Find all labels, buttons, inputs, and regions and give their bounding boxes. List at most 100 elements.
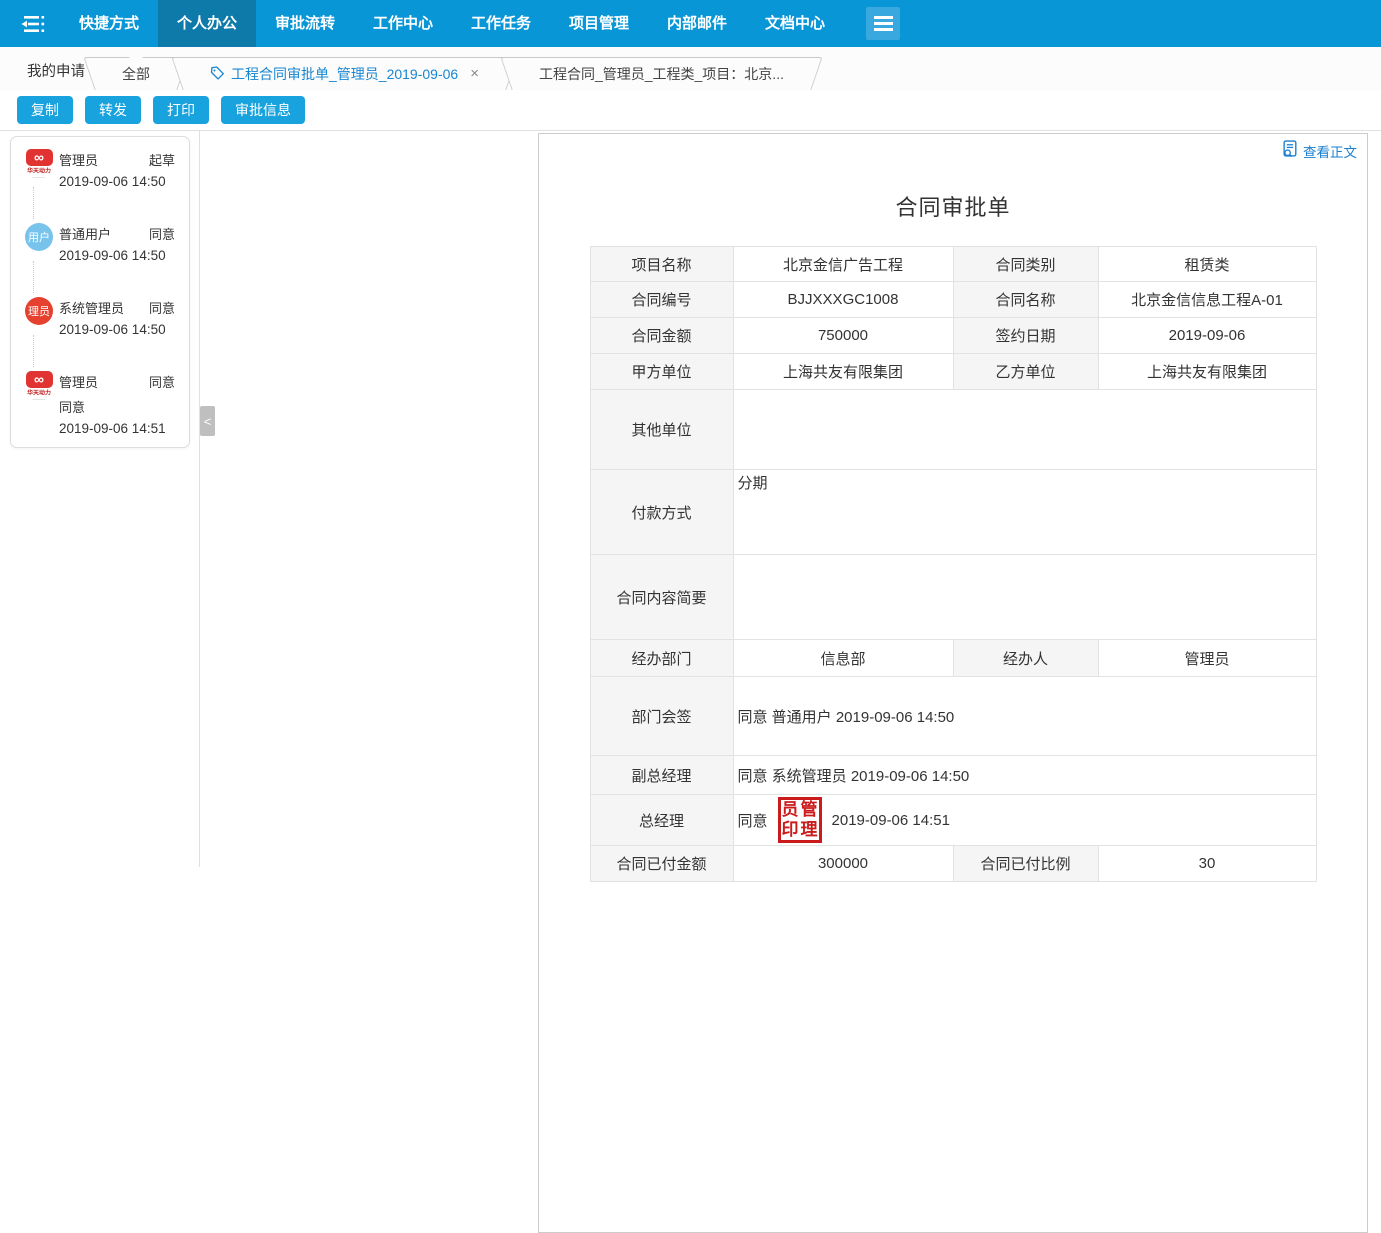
contract-name-value: 北京金信信息工程A-01 xyxy=(1098,282,1316,318)
view-body-link[interactable]: 查看正文 xyxy=(1282,140,1357,161)
approver-name: 系统管理员 xyxy=(59,298,124,317)
tab-contract-approval-label: 工程合同审批单_管理员_2019-09-06 xyxy=(231,64,458,84)
logo-text: 华天动力 xyxy=(27,167,51,176)
nav-item-approval-flow[interactable]: 审批流转 xyxy=(256,0,354,47)
document-title: 合同审批单 xyxy=(539,190,1367,222)
project-name-value: 北京金信广告工程 xyxy=(733,247,953,282)
table-row: 经办部门 信息部 经办人 管理员 xyxy=(590,640,1316,677)
seal-char: 管 xyxy=(800,800,819,820)
contract-document: 查看正文 合同审批单 项目名称 北京金信广告工程 合同类别 租赁类 合同编号 B… xyxy=(538,133,1368,1233)
summary-label: 合同内容简要 xyxy=(590,555,733,640)
approval-info-button[interactable]: 审批信息 xyxy=(221,96,305,124)
panel-collapse-handle[interactable]: < xyxy=(200,406,215,436)
approval-timeline-card: ∞ 华天动力 ───── 管理员 起草 2019-09-06 14:50 用户 xyxy=(10,136,190,448)
tab-close-icon[interactable]: × xyxy=(470,66,479,81)
gm-approve-text: 同意 xyxy=(738,810,768,831)
table-row: 合同已付金额 300000 合同已付比例 30 xyxy=(590,846,1316,882)
paid-label: 合同已付金额 xyxy=(590,846,733,882)
table-row: 合同内容简要 xyxy=(590,555,1316,640)
forward-button[interactable]: 转发 xyxy=(85,96,141,124)
table-row: 项目名称 北京金信广告工程 合同类别 租赁类 xyxy=(590,247,1316,282)
approval-status: 同意 xyxy=(149,224,175,243)
print-button[interactable]: 打印 xyxy=(153,96,209,124)
avatar: 理员 xyxy=(19,297,59,337)
table-row: 合同编号 BJJXXXGC1008 合同名称 北京金信信息工程A-01 xyxy=(590,282,1316,318)
nav-item-work-center[interactable]: 工作中心 xyxy=(354,0,452,47)
timeline-item-text: 系统管理员 同意 2019-09-06 14:50 xyxy=(59,297,181,337)
company-logo-avatar: ∞ 华天动力 ───── xyxy=(25,149,53,181)
approver-name: 普通用户 xyxy=(59,224,111,243)
contract-no-value: BJJXXXGC1008 xyxy=(733,282,953,318)
payment-value: 分期 xyxy=(733,470,1316,555)
paid-value: 300000 xyxy=(733,846,953,882)
user-avatar: 用户 xyxy=(25,223,53,251)
tab-strip: 我的申请 全部 工程合同审批单_管理员_2019-09-06 × 工程合同_管理… xyxy=(0,47,1381,90)
approver-name: 管理员 xyxy=(59,150,98,169)
company-logo-avatar: ∞ 华天动力 ───── xyxy=(25,371,53,403)
sign-date-label: 签约日期 xyxy=(953,318,1098,354)
approval-status: 同意 xyxy=(149,372,175,391)
dept-sign-value: 同意 普通用户 2019-09-06 14:50 xyxy=(733,677,1316,756)
tab-all[interactable]: 全部 xyxy=(96,57,176,90)
dept-label: 经办部门 xyxy=(590,640,733,677)
copy-button[interactable]: 复制 xyxy=(17,96,73,124)
party-a-label: 甲方单位 xyxy=(590,354,733,390)
admin-avatar: 理员 xyxy=(25,297,53,325)
top-nav: 快捷方式 个人办公 审批流转 工作中心 工作任务 项目管理 内部邮件 文档中心 xyxy=(0,0,1381,47)
table-row: 甲方单位 上海共友有限集团 乙方单位 上海共友有限集团 xyxy=(590,354,1316,390)
party-a-value: 上海共友有限集团 xyxy=(733,354,953,390)
avatar: ∞ 华天动力 ───── xyxy=(19,371,59,436)
logo-subtext: ───── xyxy=(33,398,45,402)
contract-name-label: 合同名称 xyxy=(953,282,1098,318)
timeline-item-draft: ∞ 华天动力 ───── 管理员 起草 2019-09-06 14:50 xyxy=(19,149,181,189)
document-search-icon xyxy=(1282,140,1299,161)
tab-contract-engineering-label: 工程合同_管理员_工程类_项目：北京... xyxy=(539,64,784,84)
nav-item-project-management[interactable]: 项目管理 xyxy=(550,0,648,47)
ratio-label: 合同已付比例 xyxy=(953,846,1098,882)
sign-date-value: 2019-09-06 xyxy=(1098,318,1316,354)
logo-text: 华天动力 xyxy=(27,389,51,398)
other-units-value xyxy=(733,390,1316,470)
seal-char: 员 xyxy=(781,800,800,820)
avatar: 用户 xyxy=(19,223,59,263)
toolbar: 复制 转发 打印 审批信息 xyxy=(0,90,1381,130)
nav-item-document-center[interactable]: 文档中心 xyxy=(746,0,844,47)
table-row: 副总经理 同意 系统管理员 2019-09-06 14:50 xyxy=(590,756,1316,795)
contract-no-label: 合同编号 xyxy=(590,282,733,318)
handler-label: 经办人 xyxy=(953,640,1098,677)
tag-icon xyxy=(210,66,225,81)
logo-subtext: ───── xyxy=(33,176,45,180)
dept-sign-label: 部门会签 xyxy=(590,677,733,756)
infinity-logo-icon: ∞ xyxy=(26,371,53,388)
approval-date: 2019-09-06 14:50 xyxy=(59,248,175,263)
approval-date: 2019-09-06 14:50 xyxy=(59,322,175,337)
project-name-label: 项目名称 xyxy=(590,247,733,282)
tab-all-label: 全部 xyxy=(122,64,150,84)
gm-approve-date: 2019-09-06 14:51 xyxy=(832,812,950,829)
breadcrumb-my-applications[interactable]: 我的申请 xyxy=(27,60,85,81)
amount-label: 合同金额 xyxy=(590,318,733,354)
nav-item-shortcuts[interactable]: 快捷方式 xyxy=(60,0,158,47)
seal-char: 理 xyxy=(800,820,819,840)
approver-name: 管理员 xyxy=(59,372,98,391)
content-area: ∞ 华天动力 ───── 管理员 起草 2019-09-06 14:50 用户 xyxy=(0,130,1381,867)
nav-item-personal-office[interactable]: 个人办公 xyxy=(158,0,256,47)
app-menu-icon[interactable] xyxy=(866,7,900,40)
tab-contract-engineering[interactable]: 工程合同_管理员_工程类_项目：北京... xyxy=(513,57,810,90)
approval-status: 起草 xyxy=(149,150,175,169)
nav-item-work-tasks[interactable]: 工作任务 xyxy=(452,0,550,47)
nav-item-internal-mail[interactable]: 内部邮件 xyxy=(648,0,746,47)
payment-label: 付款方式 xyxy=(590,470,733,555)
table-row: 付款方式 分期 xyxy=(590,470,1316,555)
timeline-item-text: 普通用户 同意 2019-09-06 14:50 xyxy=(59,223,181,263)
gm-label: 总经理 xyxy=(590,795,733,846)
avatar: ∞ 华天动力 ───── xyxy=(19,149,59,189)
timeline-item-text: 管理员 同意 同意 2019-09-06 14:51 xyxy=(59,371,181,436)
tabs: 全部 工程合同审批单_管理员_2019-09-06 × 工程合同_管理员_工程类… xyxy=(96,57,818,90)
summary-value xyxy=(733,555,1316,640)
tab-contract-approval-active[interactable]: 工程合同审批单_管理员_2019-09-06 × xyxy=(184,57,505,90)
view-body-label: 查看正文 xyxy=(1303,141,1357,161)
collapse-menu-icon[interactable] xyxy=(16,9,50,39)
approval-timeline-pane: ∞ 华天动力 ───── 管理员 起草 2019-09-06 14:50 用户 xyxy=(0,131,200,867)
other-units-label: 其他单位 xyxy=(590,390,733,470)
